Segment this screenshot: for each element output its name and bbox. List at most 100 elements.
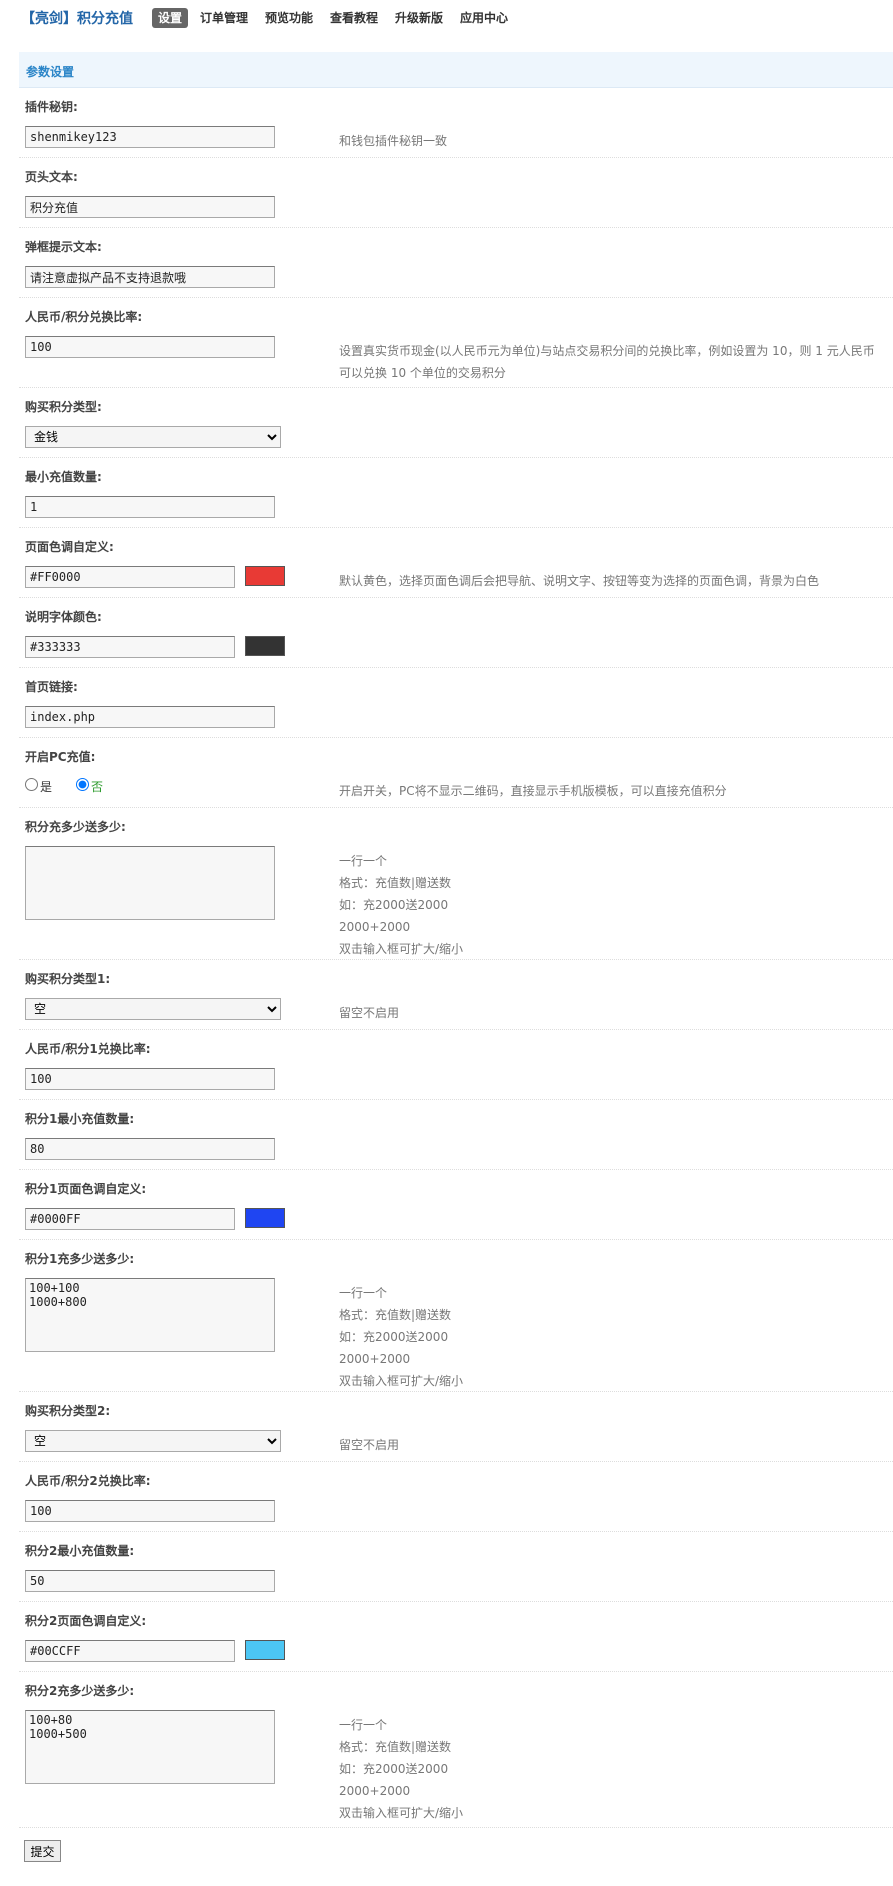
field-hint: 默认黄色，选择页面色调后会把导航、说明文字、按钮等变为选择的页面色调，背景为白色 <box>339 574 820 588</box>
text-color-input[interactable] <box>25 636 235 658</box>
rmb-ratio1-input[interactable] <box>25 1068 275 1090</box>
row-plugin-key: 插件秘钥: 和钱包插件秘钥一致 <box>19 88 893 158</box>
field-label: 页头文本: <box>25 170 78 184</box>
row-bonus1: 积分1充多少送多少: 100+100 1000+800 一行一个 格式：充值数|… <box>19 1240 893 1392</box>
hint-line: 格式：充值数|赠送数 <box>339 876 452 890</box>
hint-line: 2000+2000 <box>339 920 411 934</box>
top-nav: 【亮剑】积分充值 设置 订单管理 预览功能 查看教程 升级新版 应用中心 <box>0 0 893 36</box>
radio-yes-label: 是 <box>40 780 53 794</box>
plugin-key-input[interactable] <box>25 126 275 148</box>
hint-line: 如：充2000送2000 <box>339 898 449 912</box>
row-page-color: 页面色调自定义: 默认黄色，选择页面色调后会把导航、说明文字、按钮等变为选择的页… <box>19 528 893 598</box>
rmb-ratio-input[interactable] <box>25 336 275 358</box>
credit-type2-select[interactable]: 空 <box>25 1430 281 1452</box>
hint-line: 2000+2000 <box>339 1784 411 1798</box>
section-title: 参数设置 <box>26 65 75 79</box>
field-label: 积分充多少送多少: <box>25 820 126 834</box>
tab-orders[interactable]: 订单管理 <box>200 9 248 28</box>
row-credit-type: 购买积分类型: 金钱 <box>19 388 893 458</box>
color-swatch[interactable] <box>245 1640 285 1660</box>
hint-line: 2000+2000 <box>339 1352 411 1366</box>
field-hint: 一行一个 格式：充值数|赠送数 如：充2000送2000 2000+2000 双… <box>339 1714 879 1824</box>
field-hint: 一行一个 格式：充值数|赠送数 如：充2000送2000 2000+2000 双… <box>339 1282 879 1392</box>
color-swatch[interactable] <box>245 636 285 656</box>
field-label: 弹框提示文本: <box>25 240 102 254</box>
field-label: 积分2充多少送多少: <box>25 1684 135 1698</box>
row-min-amount1: 积分1最小充值数量: <box>19 1100 893 1170</box>
plugin-title: 【亮剑】积分充值 <box>21 11 133 27</box>
field-label: 购买积分类型2: <box>25 1404 111 1418</box>
row-popup-text: 弹框提示文本: <box>19 228 893 298</box>
bonus1-textarea[interactable]: 100+100 1000+800 <box>25 1278 275 1352</box>
row-rmb-ratio2: 人民币/积分2兑换比率: <box>19 1462 893 1532</box>
field-label: 积分2页面色调自定义: <box>25 1614 147 1628</box>
row-bonus: 积分充多少送多少: 一行一个 格式：充值数|赠送数 如：充2000送2000 2… <box>19 808 893 960</box>
min-amount2-input[interactable] <box>25 1570 275 1592</box>
field-label: 积分1最小充值数量: <box>25 1112 135 1126</box>
field-label: 插件秘钥: <box>25 100 78 114</box>
field-label: 最小充值数量: <box>25 470 102 484</box>
row-credit-type1: 购买积分类型1: 空 留空不启用 <box>19 960 893 1030</box>
tab-preview[interactable]: 预览功能 <box>265 9 313 28</box>
credit-type-select[interactable]: 金钱 <box>25 426 281 448</box>
bonus-textarea[interactable] <box>25 846 275 920</box>
field-label: 页面色调自定义: <box>25 540 114 554</box>
field-label: 积分1充多少送多少: <box>25 1252 135 1266</box>
min-amount-input[interactable] <box>25 496 275 518</box>
field-label: 人民币/积分1兑换比率: <box>25 1042 151 1056</box>
field-label: 积分1页面色调自定义: <box>25 1182 147 1196</box>
hint-line: 一行一个 <box>339 1718 388 1732</box>
page-color1-input[interactable] <box>25 1208 235 1230</box>
hint-line: 一行一个 <box>339 1286 388 1300</box>
row-page-color1: 积分1页面色调自定义: <box>19 1170 893 1240</box>
field-label: 首页链接: <box>25 680 78 694</box>
row-text-color: 说明字体颜色: <box>19 598 893 668</box>
rmb-ratio2-input[interactable] <box>25 1500 275 1522</box>
submit-button[interactable]: 提交 <box>24 1840 61 1862</box>
color-swatch[interactable] <box>245 566 285 586</box>
field-label: 购买积分类型1: <box>25 972 111 986</box>
section-header: 参数设置 <box>19 52 893 88</box>
radio-yes[interactable] <box>25 778 38 791</box>
popup-text-input[interactable] <box>25 266 275 288</box>
row-header-text: 页头文本: <box>19 158 893 228</box>
field-hint: 设置真实货币现金(以人民币元为单位)与站点交易积分间的兑换比率，例如设置为 10… <box>339 344 875 380</box>
row-rmb-ratio: 人民币/积分兑换比率: 设置真实货币现金(以人民币元为单位)与站点交易积分间的兑… <box>19 298 893 388</box>
field-hint: 一行一个 格式：充值数|赠送数 如：充2000送2000 2000+2000 双… <box>339 850 879 960</box>
field-label: 人民币/积分2兑换比率: <box>25 1474 151 1488</box>
page-color-input[interactable] <box>25 566 235 588</box>
page-color2-input[interactable] <box>25 1640 235 1662</box>
hint-line: 一行一个 <box>339 854 388 868</box>
row-rmb-ratio1: 人民币/积分1兑换比率: <box>19 1030 893 1100</box>
radio-no[interactable] <box>76 778 90 791</box>
row-credit-type2: 购买积分类型2: 空 留空不启用 <box>19 1392 893 1462</box>
hint-line: 如：充2000送2000 <box>339 1762 449 1776</box>
field-label: 说明字体颜色: <box>25 610 102 624</box>
field-label: 人民币/积分兑换比率: <box>25 310 143 324</box>
tab-upgrade[interactable]: 升级新版 <box>395 9 443 28</box>
field-label: 开启PC充值: <box>25 750 96 764</box>
row-min-amount: 最小充值数量: <box>19 458 893 528</box>
tab-settings[interactable]: 设置 <box>152 8 189 28</box>
hint-line: 如：充2000送2000 <box>339 1330 449 1344</box>
hint-line: 格式：充值数|赠送数 <box>339 1308 452 1322</box>
row-pc-recharge: 开启PC充值: 是 否 开启开关，PC将不显示二维码，直接显示手机版模板，可以直… <box>19 738 893 808</box>
radio-no-label: 否 <box>91 780 104 794</box>
field-hint: 和钱包插件秘钥一致 <box>339 134 448 148</box>
color-swatch[interactable] <box>245 1208 285 1228</box>
row-min-amount2: 积分2最小充值数量: <box>19 1532 893 1602</box>
row-page-color2: 积分2页面色调自定义: <box>19 1602 893 1672</box>
header-text-input[interactable] <box>25 196 275 218</box>
credit-type1-select[interactable]: 空 <box>25 998 281 1020</box>
hint-line: 双击输入框可扩大/缩小 <box>339 1374 464 1388</box>
tab-app-center[interactable]: 应用中心 <box>460 9 508 28</box>
tab-tutorial[interactable]: 查看教程 <box>330 9 378 28</box>
home-link-input[interactable] <box>25 706 275 728</box>
field-hint: 开启开关，PC将不显示二维码，直接显示手机版模板，可以直接充值积分 <box>339 784 727 798</box>
hint-line: 双击输入框可扩大/缩小 <box>339 942 464 956</box>
row-bonus2: 积分2充多少送多少: 100+80 1000+500 一行一个 格式：充值数|赠… <box>19 1672 893 1828</box>
min-amount1-input[interactable] <box>25 1138 275 1160</box>
field-label: 购买积分类型: <box>25 400 102 414</box>
field-hint: 留空不启用 <box>339 1006 400 1020</box>
bonus2-textarea[interactable]: 100+80 1000+500 <box>25 1710 275 1784</box>
